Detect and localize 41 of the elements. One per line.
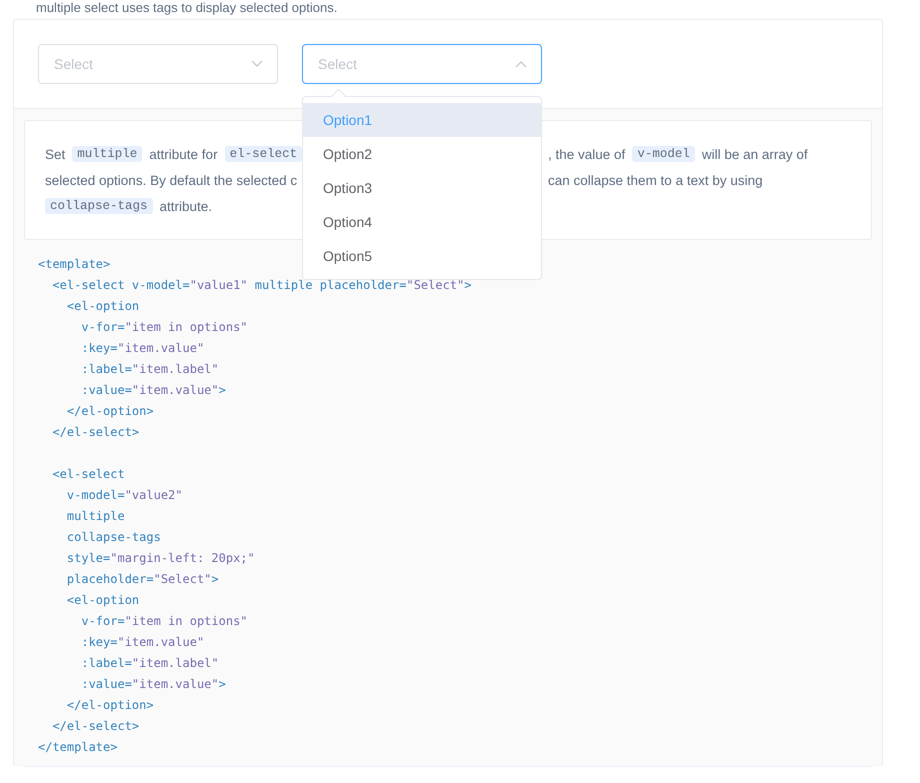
code-line: placeholder="Select"> [66,572,219,586]
description-text: will be an array of [702,146,808,162]
code-line: collapse-tags [66,530,161,544]
code-line: </el-select> [51,425,140,439]
dropdown-option[interactable]: Option5 [303,239,541,273]
code-line: :value="item.value"> [80,383,226,397]
code-tag: multiple [72,146,142,162]
code-line: </template> [38,740,118,754]
code-line: v-model="value2" [66,488,182,502]
dropdown-option[interactable]: Option3 [303,171,541,205]
description-text: selected options. By default the selected c [45,172,298,188]
code-line: :key="item.value" [80,635,204,649]
code-line: :label="item.label" [80,362,219,376]
code-line: <el-select [51,467,125,481]
chevron-icon [251,60,263,68]
dropdown-option[interactable]: Option4 [303,205,541,239]
description-text: attribute. [160,198,212,214]
code-line: </el-option> [66,404,154,418]
intro-text: multiple select uses tags to display selected options. [36,0,338,15]
description-text: , the value of [548,146,626,162]
code-line: multiple [66,509,125,523]
dropdown-option[interactable]: Option2 [303,137,541,171]
code-line: <el-select v-model="value1" multiple placeholder="Select"> [51,278,472,292]
code-line: v-for="item in options" [80,614,248,628]
code-line: <el-option [66,299,140,313]
chevron-icon [515,60,527,68]
code-line: <template> [38,257,110,271]
description-text: attribute for [149,146,218,162]
code-line: </el-option> [66,698,154,712]
code-line: :label="item.label" [80,656,219,670]
code-line: <el-option [66,593,140,607]
code-tag: v-model [632,146,695,162]
description-text: can collapse them to a text by using [548,172,763,188]
description-text: Set [45,146,66,162]
code-line: :value="item.value"> [80,677,226,691]
code-line: v-for="item in options" [80,320,248,334]
code-tag: collapse-tags [45,198,153,214]
code-line: </el-select> [51,719,140,733]
code-line: :key="item.value" [80,341,204,355]
code-tag: el-select [224,146,302,162]
code-line: style="margin-left: 20px;" [66,551,255,565]
